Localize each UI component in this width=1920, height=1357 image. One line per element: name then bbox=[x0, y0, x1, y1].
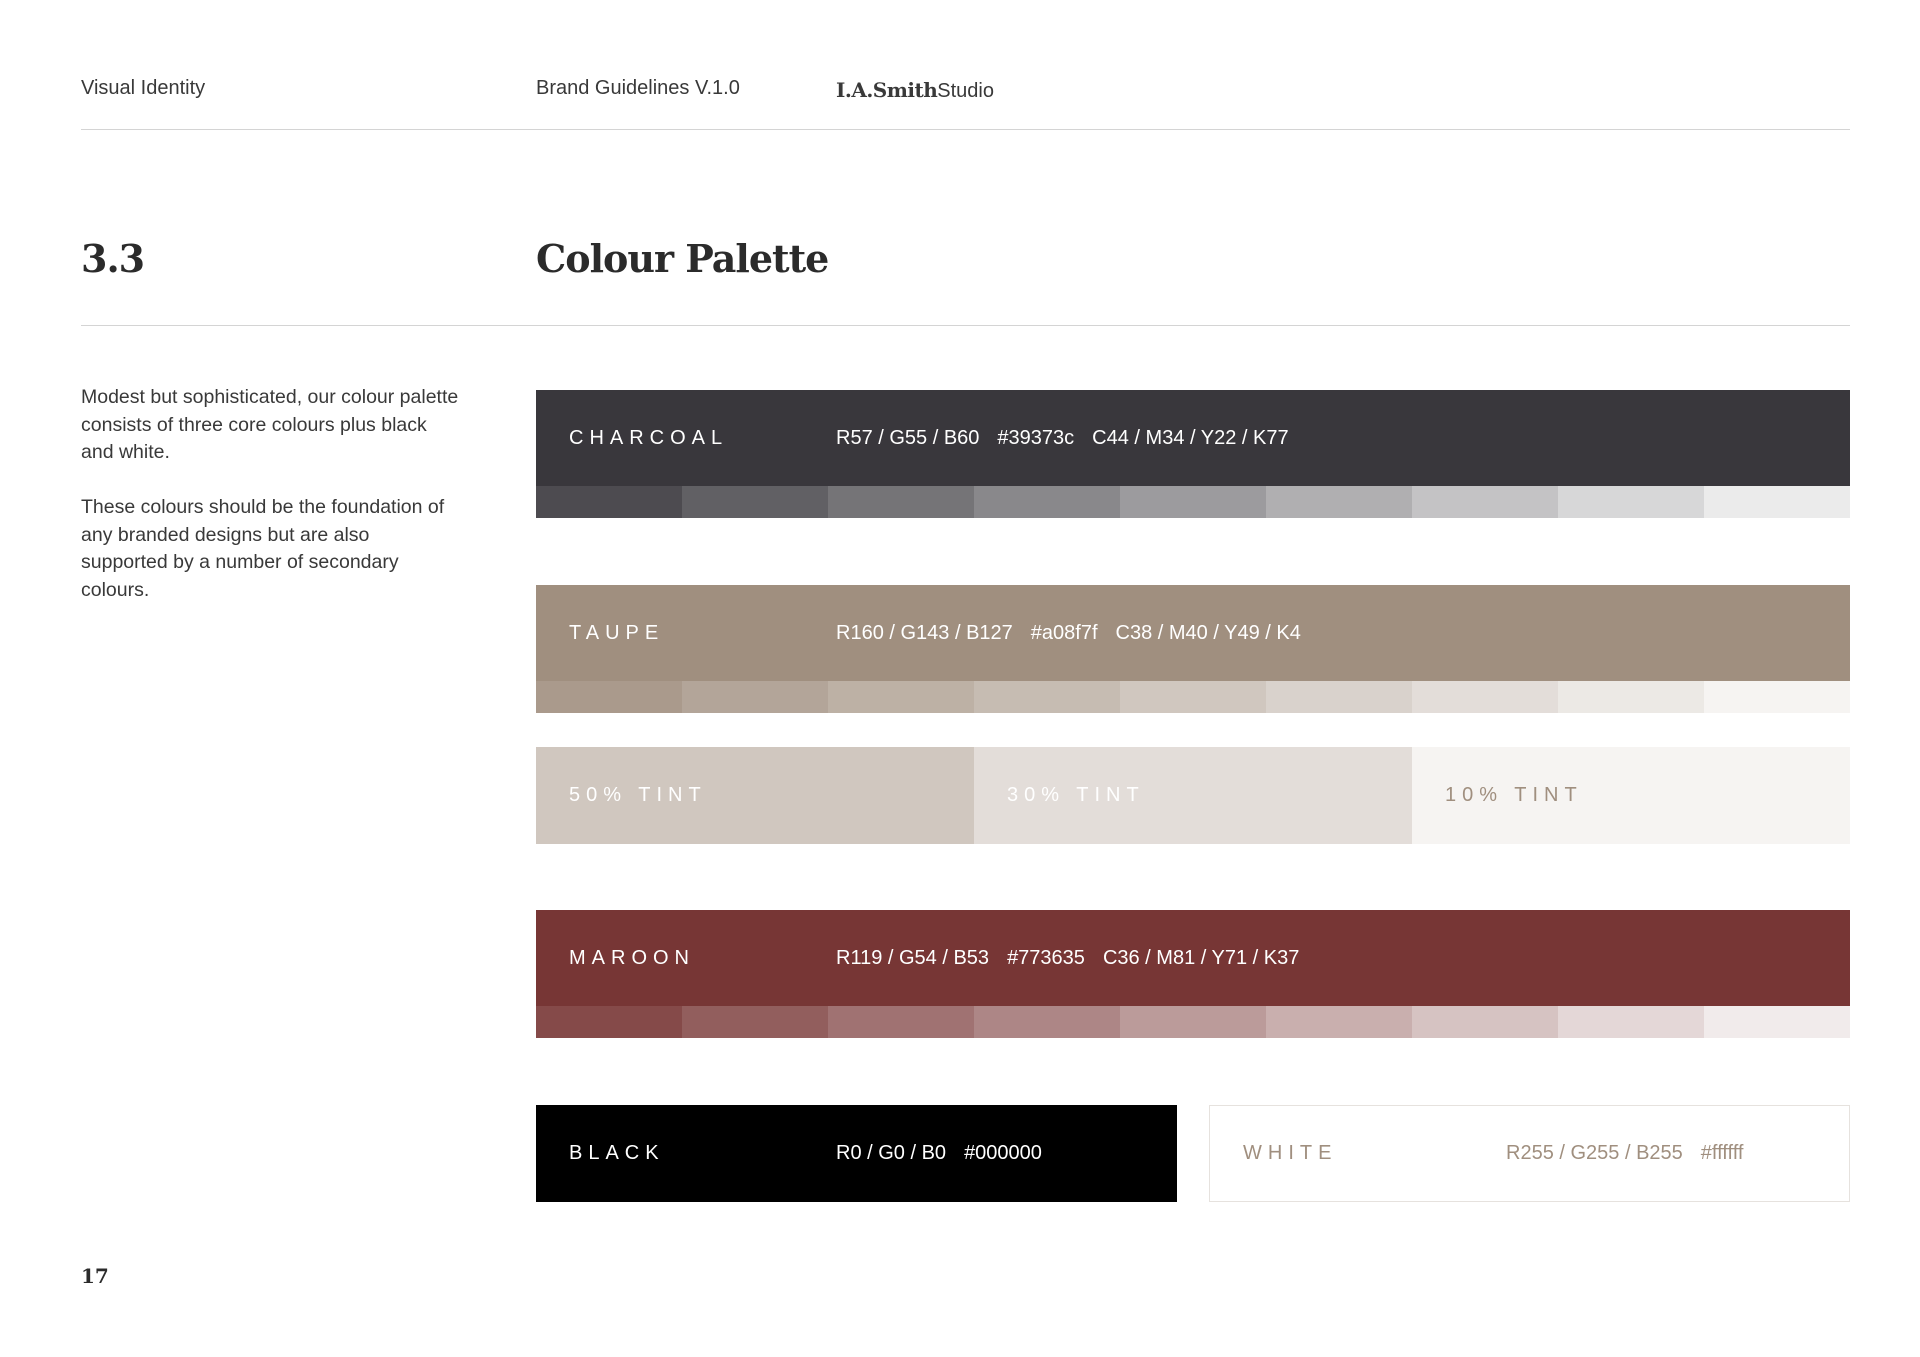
tint-swatch bbox=[536, 486, 682, 518]
section-divider bbox=[81, 325, 1850, 326]
colour-hex: #ffffff bbox=[1700, 1142, 1744, 1164]
tint-label: 10% TINT bbox=[1445, 784, 1583, 806]
colour-spec: R255 / G255 / B255 #ffffff bbox=[1506, 1106, 1761, 1201]
colour-swatch-maroon: MAROON R119 / G54 / B53 #773635 C36 / M81 … bbox=[536, 910, 1850, 1006]
taupe-tint-10: 10% TINT bbox=[1412, 747, 1850, 844]
tint-swatch bbox=[1558, 681, 1704, 713]
colour-cmyk: C36 / M81 / Y71 / K37 bbox=[1102, 947, 1300, 969]
section-number: 3.3 bbox=[81, 236, 145, 281]
header-document-title: Brand Guidelines V.1.0 bbox=[536, 77, 740, 99]
colour-hex: #39373c bbox=[997, 427, 1075, 449]
tint-swatch bbox=[974, 486, 1120, 518]
tint-swatch bbox=[1704, 486, 1850, 518]
tint-swatch bbox=[682, 1006, 828, 1038]
section-title: Colour Palette bbox=[536, 236, 829, 281]
colour-swatch-taupe: TAUPE R160 / G143 / B127 #a08f7f C38 / M40… bbox=[536, 585, 1850, 681]
taupe-tint-30: 30% TINT bbox=[974, 747, 1412, 844]
tint-swatch bbox=[1558, 1006, 1704, 1038]
colour-hex: #000000 bbox=[964, 1142, 1042, 1164]
intro-text: Modest but sophisticated, our colour pal… bbox=[81, 384, 461, 632]
intro-paragraph: These colours should be the foundation o… bbox=[81, 496, 445, 601]
colour-rgb: R119 / G54 / B53 bbox=[836, 947, 990, 969]
tint-swatch bbox=[974, 681, 1120, 713]
colour-cmyk: C38 / M40 / Y49 / K4 bbox=[1115, 622, 1301, 644]
colour-swatch-charcoal: CHARCOAL R57 / G55 / B60 #39373c C44 / M34… bbox=[536, 390, 1850, 486]
colour-spec: R160 / G143 / B127 #a08f7f C38 / M40 / Y49… bbox=[836, 585, 1319, 681]
tint-label: 30% TINT bbox=[1007, 784, 1145, 806]
tint-swatch bbox=[1120, 1006, 1266, 1038]
colour-hex: #773635 bbox=[1007, 947, 1085, 969]
tint-swatch bbox=[1412, 486, 1558, 518]
intro-paragraph: Modest but sophisticated, our colour pal… bbox=[81, 386, 459, 463]
colour-swatch-black: BLACK R0 / G0 / B0 #000000 bbox=[536, 1105, 1177, 1202]
taupe-tint-row: 50% TINT 30% TINT 10% TINT bbox=[536, 747, 1850, 844]
tint-swatch bbox=[1412, 1006, 1558, 1038]
logo-light-text: Studio bbox=[937, 80, 994, 102]
tint-swatch bbox=[1120, 681, 1266, 713]
colour-name: TAUPE bbox=[569, 622, 665, 644]
tint-swatch bbox=[1558, 486, 1704, 518]
tint-label: 50% TINT bbox=[569, 784, 707, 806]
colour-rgb: R255 / G255 / B255 bbox=[1506, 1142, 1683, 1164]
tint-strip-charcoal bbox=[536, 486, 1850, 518]
colour-spec: R0 / G0 / B0 #000000 bbox=[836, 1105, 1060, 1202]
tint-strip-taupe bbox=[536, 681, 1850, 713]
tint-swatch bbox=[536, 681, 682, 713]
logo-bold-text: I.A.Smith bbox=[836, 78, 938, 102]
tint-swatch bbox=[1266, 486, 1412, 518]
tint-swatch bbox=[1266, 681, 1412, 713]
header-section-label: Visual Identity bbox=[81, 77, 206, 99]
tint-swatch bbox=[828, 1006, 974, 1038]
colour-spec: R57 / G55 / B60 #39373c C44 / M34 / Y22 / … bbox=[836, 390, 1307, 486]
taupe-tint-50: 50% TINT bbox=[536, 747, 974, 844]
tint-swatch bbox=[974, 1006, 1120, 1038]
tint-swatch bbox=[828, 486, 974, 518]
colour-name: MAROON bbox=[569, 947, 695, 969]
colour-name: BLACK bbox=[569, 1142, 665, 1164]
header-divider bbox=[81, 129, 1850, 130]
tint-swatch bbox=[1266, 1006, 1412, 1038]
colour-hex: #a08f7f bbox=[1030, 622, 1098, 644]
tint-strip-maroon bbox=[536, 1006, 1850, 1038]
tint-swatch bbox=[682, 681, 828, 713]
colour-name: WHITE bbox=[1243, 1142, 1338, 1164]
colour-cmyk: C44 / M34 / Y22 / K77 bbox=[1092, 427, 1289, 449]
tint-swatch bbox=[1412, 681, 1558, 713]
tint-swatch bbox=[1704, 1006, 1850, 1038]
tint-swatch bbox=[682, 486, 828, 518]
colour-rgb: R57 / G55 / B60 bbox=[836, 427, 980, 449]
colour-rgb: R0 / G0 / B0 bbox=[836, 1142, 947, 1164]
studio-logo: I.A.SmithStudio bbox=[836, 78, 994, 103]
colour-rgb: R160 / G143 / B127 bbox=[836, 622, 1013, 644]
colour-spec: R119 / G54 / B53 #773635 C36 / M81 / Y71 /… bbox=[836, 910, 1317, 1006]
colour-name: CHARCOAL bbox=[569, 427, 729, 449]
tint-swatch bbox=[536, 1006, 682, 1038]
colour-swatch-white: WHITE R255 / G255 / B255 #ffffff bbox=[1209, 1105, 1850, 1202]
tint-swatch bbox=[1120, 486, 1266, 518]
tint-swatch bbox=[828, 681, 974, 713]
page-number: 17 bbox=[81, 1264, 109, 1288]
tint-swatch bbox=[1704, 681, 1850, 713]
